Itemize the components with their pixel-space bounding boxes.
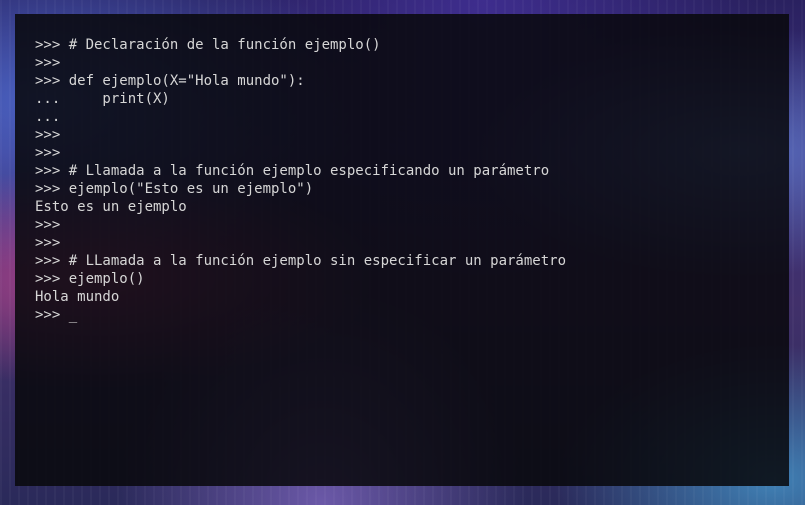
terminal-line: >>> bbox=[35, 127, 61, 143]
terminal-line: ... bbox=[35, 109, 61, 125]
terminal-line: >>> ejemplo("Esto es un ejemplo") bbox=[35, 181, 314, 197]
terminal-line: >>> bbox=[35, 55, 61, 71]
terminal-line: Esto es un ejemplo bbox=[35, 199, 187, 215]
terminal-line: ... print(X) bbox=[35, 91, 170, 107]
terminal-line: >>> # LLamada a la función ejemplo sin e… bbox=[35, 253, 567, 269]
terminal-prompt-line[interactable]: >>> _ bbox=[35, 306, 789, 324]
terminal-line: Hola mundo bbox=[35, 289, 120, 305]
terminal-line: >>> ejemplo() bbox=[35, 271, 145, 287]
terminal-window[interactable]: >>> # Declaración de la función ejemplo(… bbox=[15, 14, 789, 486]
terminal-line: >>> # Declaración de la función ejemplo(… bbox=[35, 37, 381, 53]
terminal-line: >>> bbox=[35, 145, 61, 161]
terminal-line: >>> # Llamada a la función ejemplo espec… bbox=[35, 163, 550, 179]
terminal-line: >>> def ejemplo(X="Hola mundo"): bbox=[35, 73, 305, 89]
terminal-line: >>> bbox=[35, 235, 61, 251]
terminal-line: >>> bbox=[35, 217, 61, 233]
